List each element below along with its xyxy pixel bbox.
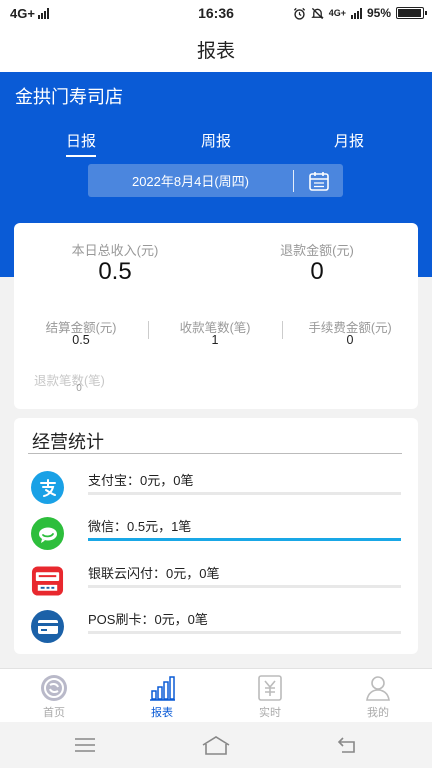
nav-label: 首页: [43, 707, 65, 719]
tab-daily[interactable]: 日报: [66, 130, 97, 157]
alipay-icon: [31, 471, 64, 504]
realtime-icon: [258, 675, 282, 701]
payment-row-alipay[interactable]: 支付宝：0元，0笔: [14, 468, 418, 508]
nav-report[interactable]: 报表: [132, 673, 192, 720]
battery-icon: [396, 7, 427, 19]
battery-percent: 95%: [366, 6, 391, 20]
payment-row-wechat[interactable]: 微信：0.5元，1笔: [14, 514, 418, 554]
nav-realtime[interactable]: 实时: [240, 673, 300, 720]
payment-label: POS刷卡：0元，0笔: [88, 612, 208, 627]
payment-share-bar: [88, 585, 401, 588]
operations-card: 经营统计 支付宝：0元，0笔 微信：0.5元，1笔 银联云闪付：0元，0笔 PO…: [14, 418, 418, 654]
payment-label: 银联云闪付：0元，0笔: [88, 566, 220, 581]
nav-profile[interactable]: 我的: [348, 673, 408, 720]
tab-weekly[interactable]: 周报: [201, 130, 231, 155]
summary-card: 本日总收入(元) 0.5 退款金额(元) 0 结算金额(元) 0.5 收款笔数(…: [14, 223, 418, 409]
calendar-icon[interactable]: [308, 170, 330, 192]
refund-count-value: 0: [76, 383, 82, 394]
payment-share-bar: [88, 538, 401, 541]
profile-icon: [366, 676, 390, 701]
home-icon: [41, 675, 67, 701]
fee-value: 0: [346, 333, 354, 347]
refund-label: 退款金额(元): [280, 243, 354, 258]
date-value: 2022年8月4日(周四): [131, 174, 250, 189]
tab-monthly[interactable]: 月报: [334, 130, 364, 155]
home-button-icon[interactable]: [201, 734, 231, 756]
back-icon[interactable]: [336, 734, 358, 756]
income-value: 0.5: [98, 258, 132, 285]
app-header: 报表: [0, 26, 432, 72]
wechat-icon: [31, 517, 64, 550]
income-label: 本日总收入(元): [71, 243, 159, 258]
menu-icon[interactable]: [74, 734, 96, 756]
payment-row-unionpay[interactable]: 银联云闪付：0元，0笔: [14, 561, 418, 601]
system-nav-bar: [0, 722, 432, 768]
page-title: 报表: [196, 40, 235, 62]
divider: [148, 321, 149, 339]
signal-icon-right: [350, 7, 362, 19]
bottom-nav: 首页 报表 实时 我的: [0, 668, 432, 722]
pos-card-icon: [31, 610, 64, 643]
status-right: 4G+ 95%: [293, 6, 427, 20]
report-icon: [150, 676, 175, 701]
refund-value: 0: [310, 258, 324, 285]
unionpay-icon: [31, 564, 64, 597]
mute-icon: [310, 7, 324, 19]
divider: [28, 453, 402, 454]
count-value: 1: [211, 333, 219, 347]
alarm-icon: [293, 7, 305, 20]
divider: [282, 321, 283, 339]
period-tabs: 日报 周报 月报: [0, 130, 432, 158]
payment-row-pos[interactable]: POS刷卡：0元，0笔: [14, 607, 418, 647]
nav-home[interactable]: 首页: [24, 673, 84, 720]
network-type-right: 4G+: [328, 8, 346, 18]
nav-label: 我的: [367, 707, 389, 719]
date-picker[interactable]: 2022年8月4日(周四): [88, 164, 343, 197]
payment-share-bar: [88, 631, 401, 634]
payment-label: 支付宝：0元，0笔: [88, 473, 194, 488]
status-bar: 4G+ 16:36 4G+ 95%: [0, 0, 432, 26]
payment-share-bar: [88, 492, 401, 495]
payment-share-fill: [88, 538, 401, 541]
settlement-value: 0.5: [72, 333, 90, 347]
nav-label: 报表: [151, 707, 173, 719]
date-divider: [293, 169, 294, 192]
operations-title: 经营统计: [32, 432, 104, 452]
payment-label: 微信：0.5元，1笔: [88, 519, 192, 534]
store-name: 金拱门寿司店: [15, 87, 123, 107]
nav-label: 实时: [259, 707, 281, 719]
